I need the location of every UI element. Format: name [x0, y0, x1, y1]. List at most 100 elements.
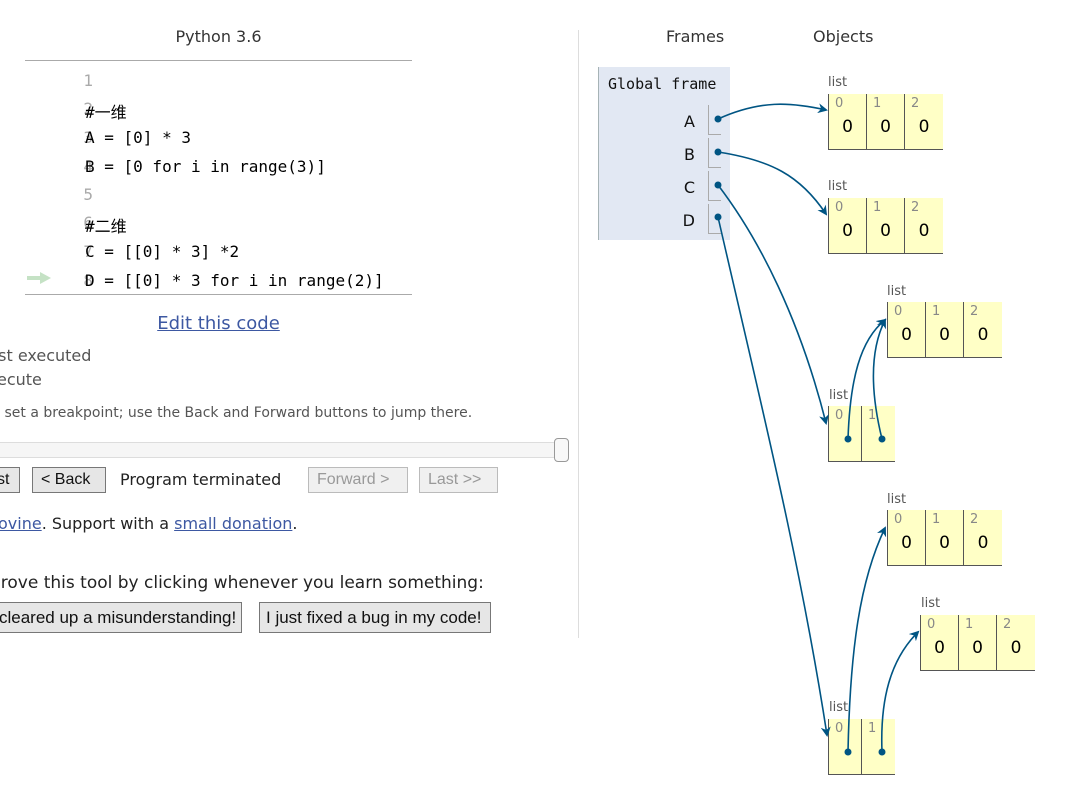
list-cell: 00 [888, 302, 926, 357]
cell-value: 0 [939, 325, 950, 345]
cell-value: 0 [977, 325, 989, 345]
line-code: #二维 [85, 217, 127, 236]
cell-value: 0 [842, 117, 853, 137]
cell-index: 2 [970, 512, 979, 527]
pointer-a-arrow [717, 103, 828, 120]
pointer-c-arrow [717, 184, 829, 425]
list-cell: 10 [867, 94, 905, 149]
current-line-arrow-icon [27, 272, 51, 284]
credit-line: ovine. Support with a small donation. [0, 514, 297, 533]
cell-value: 0 [880, 117, 891, 137]
pointer-d-arrow [717, 216, 831, 737]
feedback-prompt: prove this tool by clicking whenever you… [0, 573, 484, 593]
cell-value: 0 [972, 638, 983, 658]
language-title: Python 3.6 [175, 27, 262, 46]
cell-index: 0 [835, 408, 844, 423]
donation-link[interactable]: small donation [174, 514, 292, 533]
cell-index: 1 [873, 200, 882, 215]
list-cell: 00 [921, 615, 959, 670]
misunderstanding-button[interactable]: cleared up a misunderstanding! [0, 602, 242, 633]
heap-list-d-inner-1: 00 10 20 [920, 615, 1035, 671]
credit-text: . Support with a [41, 514, 175, 533]
global-frame-title: Global frame [608, 75, 717, 93]
variable-name-b: B [684, 145, 695, 164]
list-cell: 20 [997, 615, 1035, 670]
cell-index: 2 [1003, 617, 1012, 632]
list-cell: 10 [959, 615, 997, 670]
legend-just-executed: ust executed [0, 346, 92, 365]
execution-status: Program terminated [120, 470, 282, 489]
cell-value: 0 [901, 533, 912, 553]
heap-list-d-outer: 0 1 [828, 719, 895, 775]
code-line[interactable]: 4 B = [0 for i in range(3)] [25, 153, 412, 182]
heap-list-d-inner-0: 00 10 20 [887, 510, 1002, 566]
panel-divider [578, 30, 579, 638]
fixed-bug-button[interactable]: I just fixed a bug in my code! [259, 602, 491, 633]
cell-value: 0 [977, 533, 989, 553]
code-bottom-divider [25, 294, 412, 295]
variable-name-c: C [683, 178, 695, 197]
back-button[interactable]: < Back [32, 467, 106, 493]
cell-value: 0 [934, 638, 945, 658]
code-line[interactable]: 7 C = [[0] * 3] *2 [25, 238, 412, 267]
line-code: #一维 [85, 103, 127, 122]
code-line-current[interactable]: 8 D = [[0] * 3 for i in range(2)] [25, 267, 412, 296]
line-number: 1 [83, 71, 93, 90]
list-cell: 0 [829, 406, 862, 461]
execution-slider-handle[interactable] [554, 438, 569, 462]
heap-type-label: list [828, 75, 848, 90]
cell-index: 1 [932, 512, 941, 527]
cell-index: 2 [911, 96, 920, 111]
code-line[interactable]: 2 #一维 [25, 95, 412, 124]
variable-slot-a [708, 105, 721, 135]
line-code: B = [0 for i in range(3)] [85, 157, 326, 176]
cell-index: 1 [868, 721, 877, 736]
cell-index: 0 [835, 721, 844, 736]
global-frame: Global frame A B C D [598, 67, 730, 240]
cell-index: 0 [894, 304, 903, 319]
variable-slot-c [708, 171, 721, 201]
code-top-divider [25, 60, 412, 61]
author-link[interactable]: ovine [0, 514, 42, 533]
forward-button[interactable]: Forward > [308, 467, 408, 493]
pointer-b-arrow [717, 151, 828, 216]
cell-value: 0 [901, 325, 912, 345]
code-line[interactable]: 3 A = [0] * 3 [25, 124, 412, 153]
variable-slot-d [708, 204, 721, 234]
list-cell: 10 [926, 510, 964, 565]
cell-index: 1 [932, 304, 941, 319]
edit-code-link[interactable]: Edit this code [0, 313, 437, 334]
first-button[interactable]: st [0, 467, 20, 493]
list-cell: 00 [888, 510, 926, 565]
list-cell: 00 [829, 94, 867, 149]
heap-type-label: list [887, 284, 907, 299]
heap-type-label: list [887, 492, 907, 507]
cell-index: 0 [894, 512, 903, 527]
line-code: C = [[0] * 3] *2 [85, 242, 240, 261]
list-cell: 20 [964, 510, 1002, 565]
last-button[interactable]: Last >> [419, 467, 498, 493]
list-cell: 0 [829, 719, 862, 774]
breakpoint-hint: to set a breakpoint; use the Back and Fo… [0, 405, 473, 421]
legend-next-to-execute: xecute [0, 370, 42, 389]
cell-value: 0 [918, 117, 930, 137]
line-code: D = [[0] * 3 for i in range(2)] [85, 271, 384, 290]
cell-value: 0 [1010, 638, 1022, 658]
code-line[interactable]: 5 [25, 181, 412, 210]
variable-name-a: A [684, 112, 695, 131]
list-cell: 20 [964, 302, 1002, 357]
cell-index: 1 [868, 408, 877, 423]
line-code: A = [0] * 3 [85, 128, 191, 147]
cell-index: 1 [965, 617, 974, 632]
cell-index: 0 [835, 200, 844, 215]
list-cell: 20 [905, 198, 943, 253]
heap-list-a: 00 10 20 [828, 94, 943, 150]
code-line[interactable]: 6 #二维 [25, 209, 412, 238]
frames-header: Frames [666, 27, 725, 46]
code-line[interactable]: 1 [25, 67, 412, 96]
cell-index: 1 [873, 96, 882, 111]
heap-list-c-inner: 00 10 20 [887, 302, 1002, 358]
execution-slider-track[interactable] [0, 442, 556, 458]
heap-type-label: list [829, 700, 849, 715]
heap-list-c-outer: 0 1 [828, 406, 895, 462]
